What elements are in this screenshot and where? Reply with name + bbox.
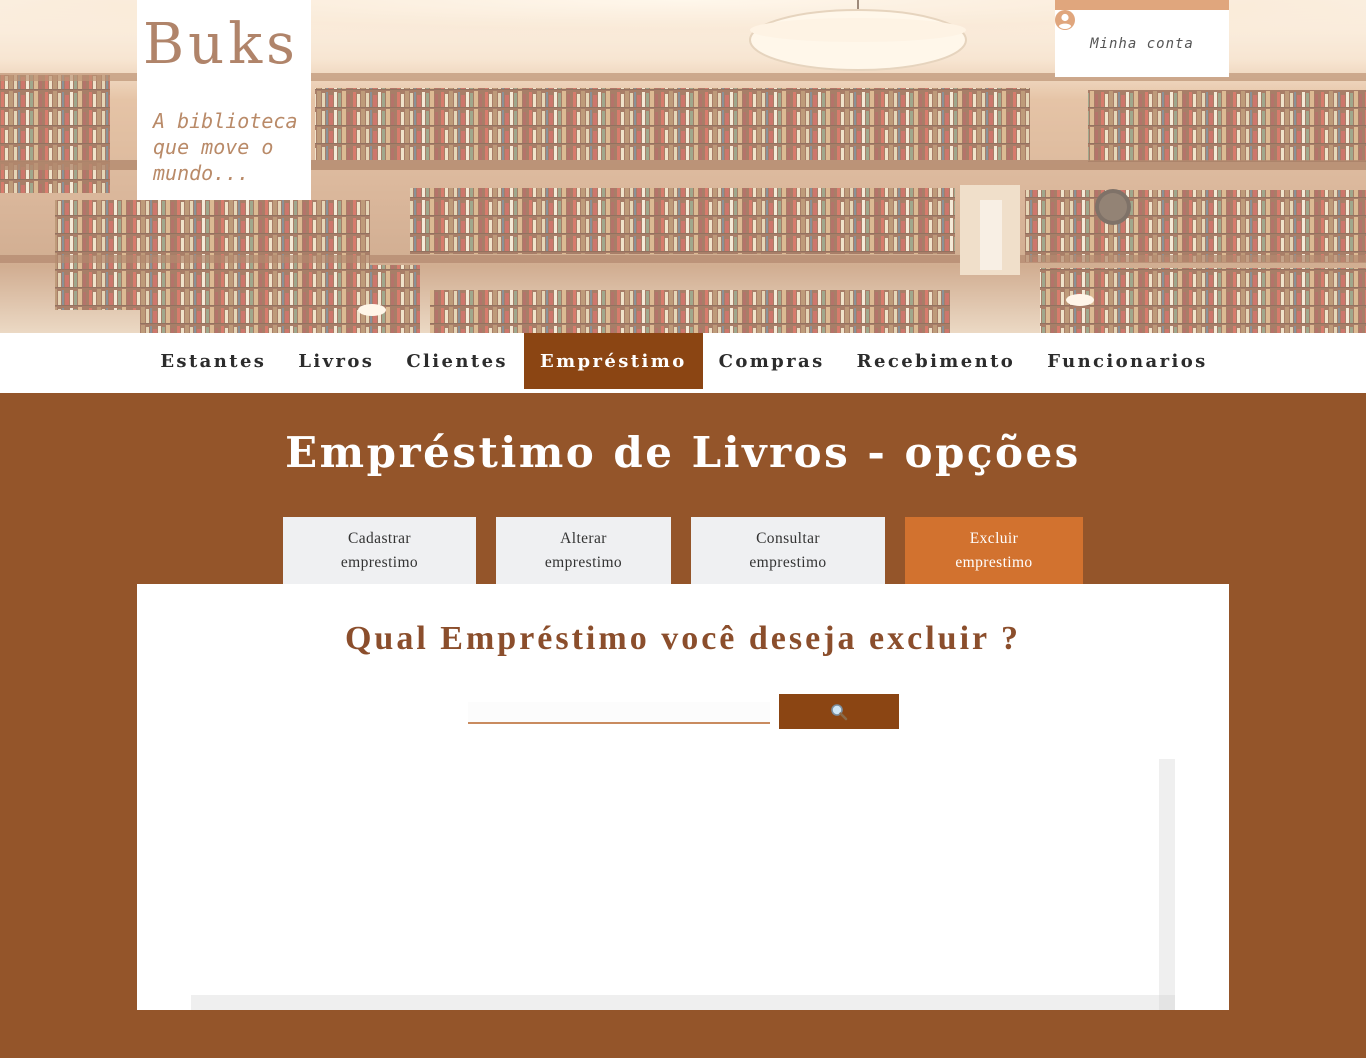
nav-item-recebimento[interactable]: Recebimento (841, 333, 1032, 389)
main-nav: Estantes Livros Clientes Empréstimo Comp… (0, 333, 1366, 393)
my-account-label: Minha conta (1090, 35, 1194, 52)
tab-label-line2: emprestimo (340, 553, 419, 571)
logo-card[interactable]: Buks A biblioteca que move o mundo... (137, 0, 311, 200)
scrollbar-corner (1159, 995, 1175, 1010)
tab-label-line1: Alterar (560, 529, 607, 547)
tab-label-line1: Cadastrar (348, 529, 411, 547)
search-input[interactable] (468, 702, 770, 724)
tab-excluir-emprestimo[interactable]: Excluir emprestimo (905, 517, 1083, 584)
nav-item-emprestimo[interactable]: Empréstimo (523, 333, 703, 389)
tab-label-line2: emprestimo (544, 553, 623, 571)
tab-label-line2: emprestimo (749, 553, 827, 571)
user-circle-icon (1055, 10, 1075, 30)
tab-consultar-emprestimo[interactable]: Consultar emprestimo (691, 517, 885, 584)
my-account-button[interactable]: Minha conta (1055, 0, 1229, 77)
tab-cadastrar-emprestimo[interactable]: Cadastrar emprestimo (283, 517, 476, 584)
nav-item-livros[interactable]: Livros (282, 333, 390, 389)
tab-label-line1: Consultar (756, 529, 820, 547)
results-horizontal-scrollbar[interactable] (191, 995, 1175, 1010)
logo-title: Buks (143, 12, 299, 77)
search-icon (831, 703, 848, 720)
logo-tagline: A biblioteca que move o mundo... (153, 109, 298, 185)
nav-item-estantes[interactable]: Estantes (144, 333, 282, 389)
nav-item-compras[interactable]: Compras (703, 333, 841, 389)
tab-alterar-emprestimo[interactable]: Alterar emprestimo (496, 517, 671, 584)
hero-banner: Buks A biblioteca que move o mundo... Mi… (0, 0, 1366, 333)
page-title: Empréstimo de Livros - opções (285, 428, 1081, 477)
tab-label-line1: Excluir (969, 529, 1019, 547)
results-list[interactable] (191, 759, 1175, 1010)
search-button[interactable] (779, 694, 899, 729)
delete-question: Qual Empréstimo você deseja excluir ? (344, 620, 1021, 657)
results-vertical-scrollbar[interactable] (1159, 759, 1175, 995)
nav-item-funcionarios[interactable]: Funcionarios (1031, 333, 1223, 389)
delete-loan-panel: Qual Empréstimo você deseja excluir ? (137, 584, 1229, 1010)
tab-label-line2: emprestimo (955, 553, 1033, 571)
nav-item-clientes[interactable]: Clientes (390, 333, 524, 389)
